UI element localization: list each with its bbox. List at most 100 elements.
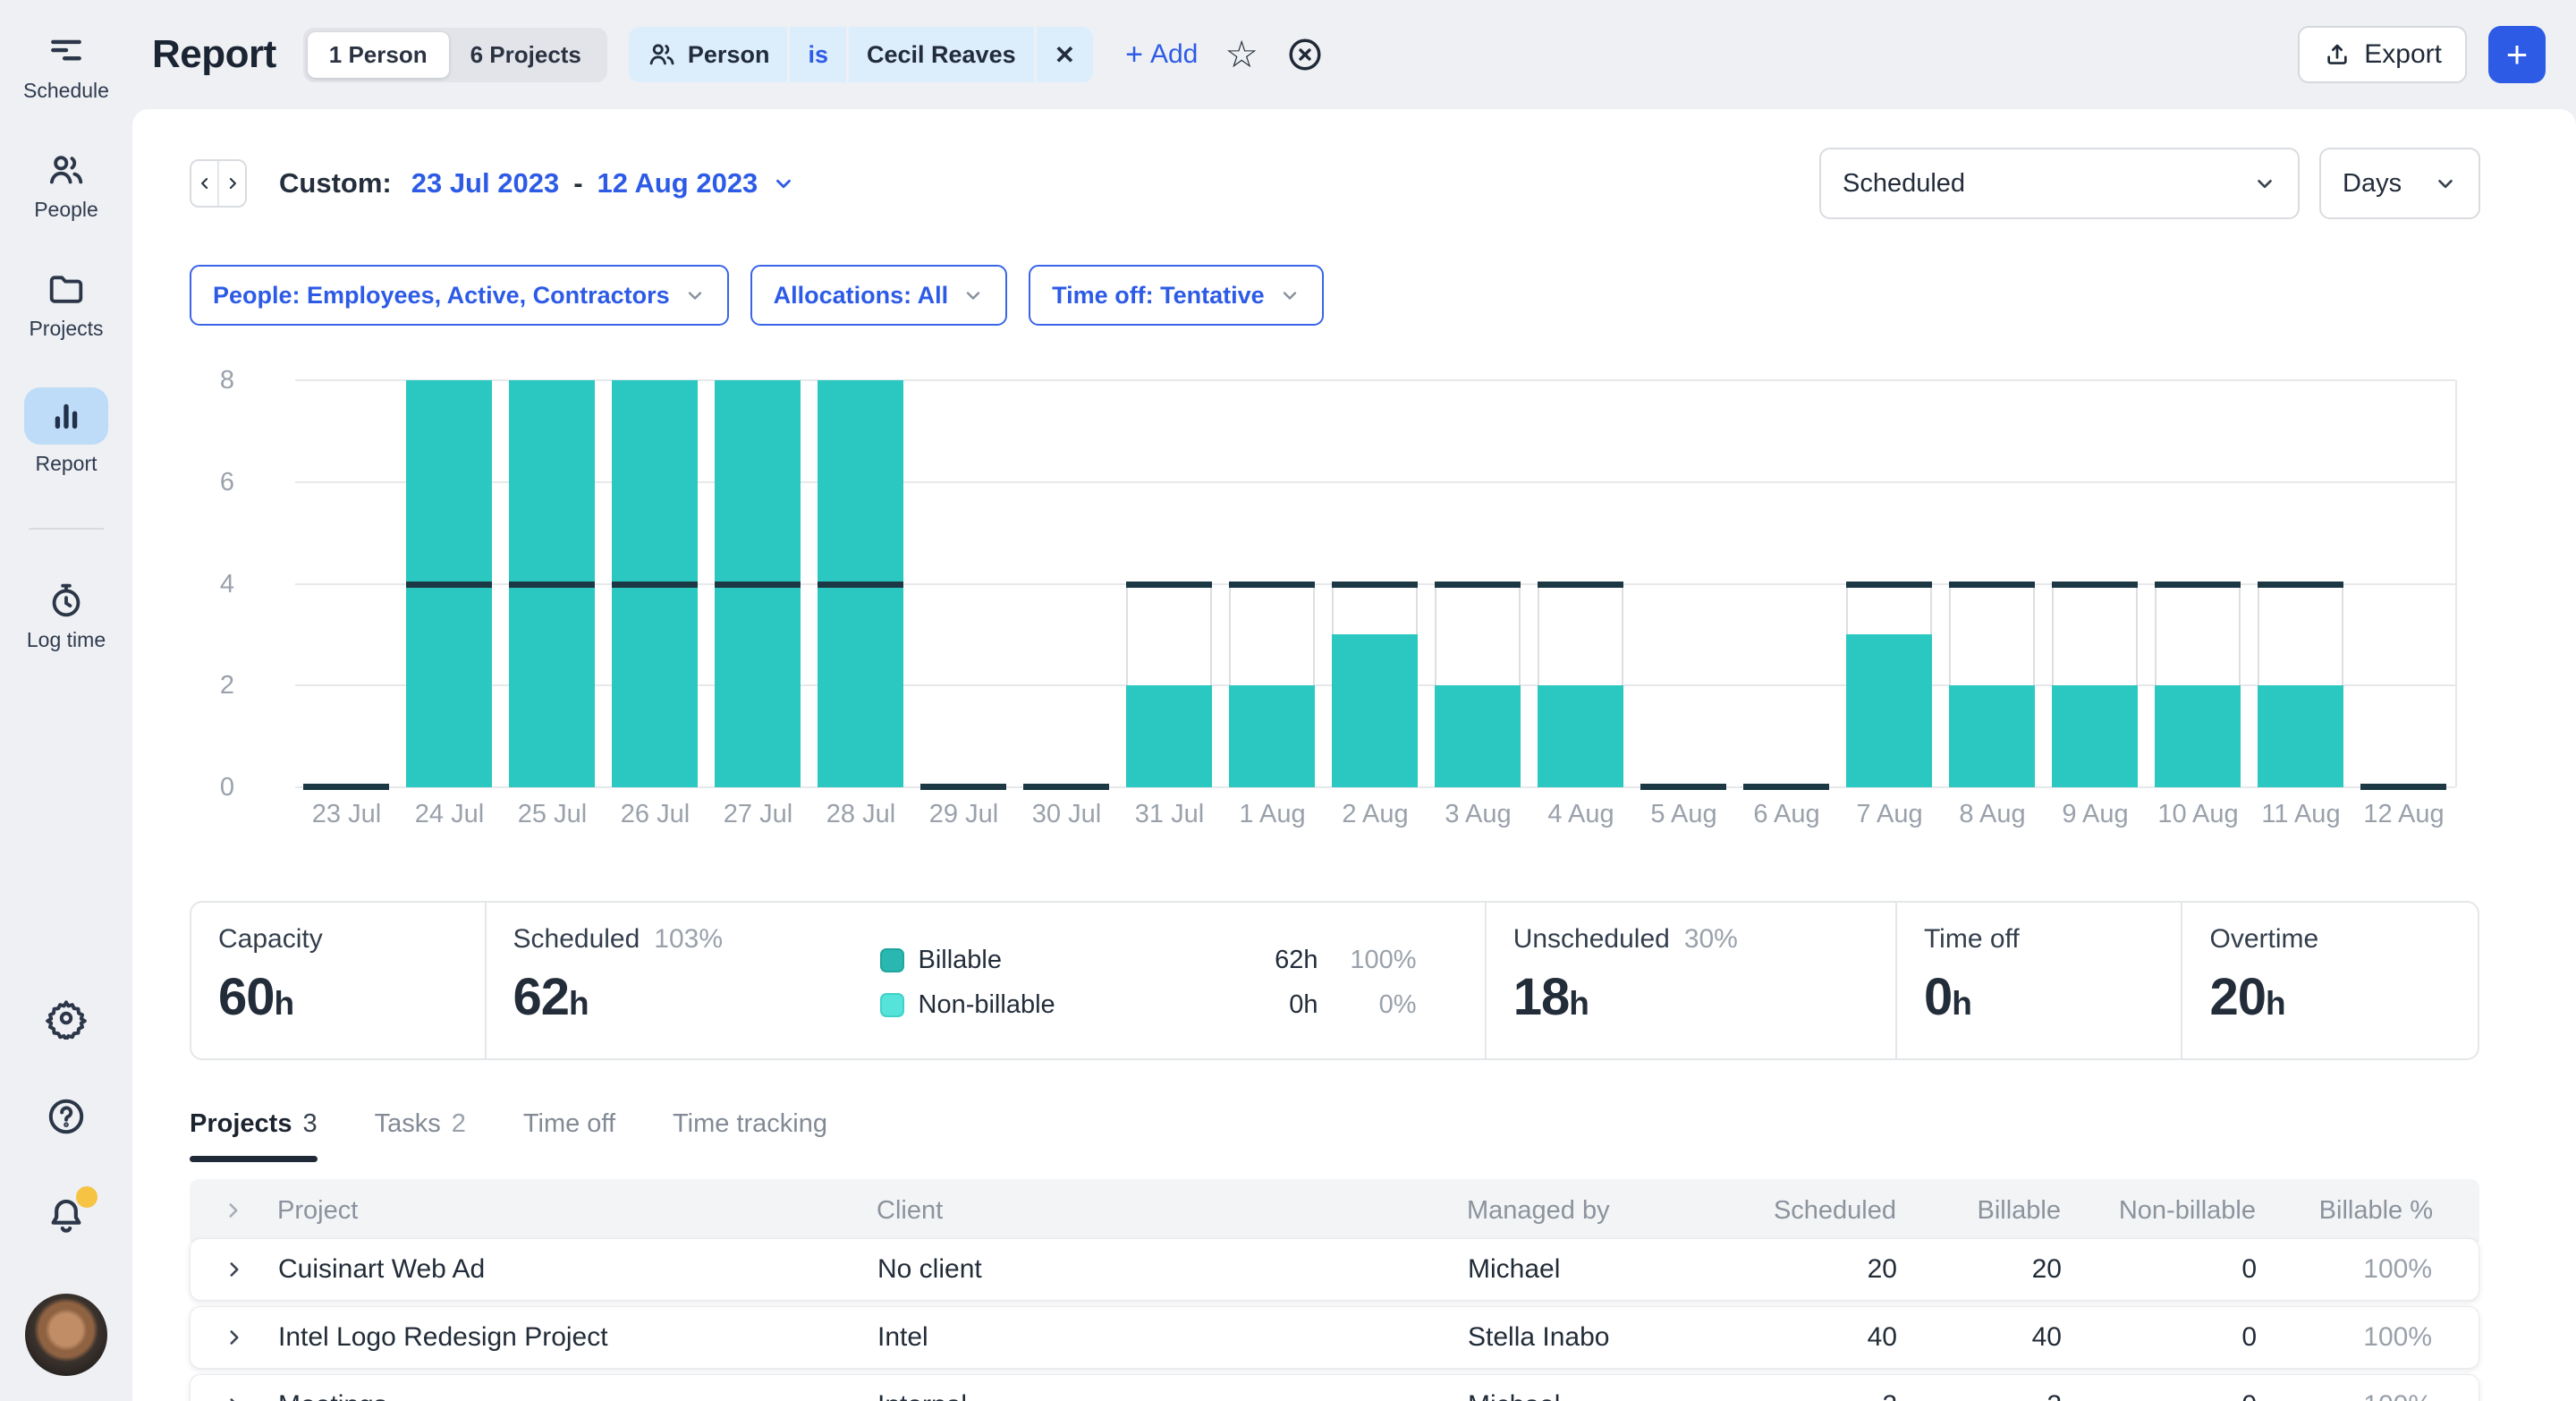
chart-day-slot[interactable]	[2147, 380, 2250, 787]
filter-chip-field[interactable]: Person	[629, 27, 788, 82]
capacity-line	[1640, 784, 1726, 790]
scheduled-label: Scheduled	[513, 924, 640, 955]
chart-day-slot[interactable]	[1221, 380, 1324, 787]
timeoff-unit: h	[1952, 985, 1972, 1023]
cell-scheduled: 2	[1718, 1390, 1897, 1401]
sidebar-item-label: Projects	[29, 317, 103, 341]
cell-client: Internal	[877, 1390, 1468, 1401]
notifications-bell-icon[interactable]	[44, 1193, 89, 1238]
scheduled-bar[interactable]	[2052, 685, 2138, 787]
chart-day-slot[interactable]	[1735, 380, 1838, 787]
row-expand-chevron-icon[interactable]	[191, 1258, 278, 1281]
table-row[interactable]: Cuisinart Web Ad No client Michael 20 20…	[190, 1238, 2479, 1301]
capacity-line	[1229, 582, 1315, 588]
sidebar-item-report[interactable]: Report	[24, 387, 108, 476]
help-icon[interactable]	[45, 1095, 88, 1138]
export-upload-icon	[2323, 40, 2351, 69]
billable-pct: 100%	[1318, 946, 1417, 975]
sidebar-item-people[interactable]: People	[34, 149, 98, 222]
chart-day-slot[interactable]	[912, 380, 1015, 787]
x-tick-label: 31 Jul	[1118, 800, 1221, 829]
avatar[interactable]	[25, 1294, 107, 1376]
chart-day-slot[interactable]	[1118, 380, 1221, 787]
scheduled-bar[interactable]	[1846, 634, 1932, 787]
unscheduled-label: Unscheduled	[1513, 924, 1670, 955]
chart-day-slot[interactable]	[1324, 380, 1427, 787]
export-button[interactable]: Export	[2298, 26, 2467, 83]
overtime-unit: h	[2266, 985, 2286, 1023]
capacity-line	[920, 784, 1006, 790]
filter-chip: Person is Cecil Reaves ✕	[629, 27, 1093, 82]
chart-y-axis: 02468	[168, 380, 234, 787]
scheduled-bar[interactable]	[1332, 634, 1418, 787]
add-filter-button[interactable]: + Add	[1125, 38, 1198, 72]
scheduled-bar[interactable]	[1229, 685, 1315, 787]
row-expand-chevron-icon[interactable]	[191, 1326, 278, 1349]
chart-day-slot[interactable]	[1530, 380, 1632, 787]
filter-chip-remove-icon[interactable]: ✕	[1037, 27, 1093, 82]
schedule-icon	[46, 30, 87, 72]
chart-day-slot[interactable]	[604, 380, 707, 787]
prev-range-button[interactable]	[191, 161, 219, 206]
x-tick-label: 25 Jul	[501, 800, 604, 829]
chart-day-slot[interactable]	[1015, 380, 1118, 787]
chart-day-slot[interactable]	[1427, 380, 1530, 787]
table-row[interactable]: Meetings Internal Michael 2 2 0 100%	[190, 1374, 2479, 1401]
chart-day-slot[interactable]	[2352, 380, 2455, 787]
detail-tabs: Projects3 Tasks2 Time off Time tracking	[190, 1109, 827, 1162]
tab-count: 2	[452, 1109, 466, 1139]
date-range-button[interactable]: 23 Jul 2023 - 12 Aug 2023	[411, 167, 796, 200]
person-count-segment[interactable]: 1 Person	[308, 32, 449, 78]
add-filter-label: Add	[1150, 39, 1198, 70]
projects-count-segment[interactable]: 6 Projects	[449, 32, 603, 78]
clear-filters-icon[interactable]	[1285, 35, 1325, 74]
tab-tasks[interactable]: Tasks2	[375, 1109, 466, 1162]
sidebar-item-log-time[interactable]: Log time	[27, 580, 106, 652]
x-tick-label: 23 Jul	[295, 800, 398, 829]
scheduled-bar[interactable]	[2155, 685, 2241, 787]
tab-time-off[interactable]: Time off	[523, 1109, 615, 1162]
scheduled-bar[interactable]	[1126, 685, 1212, 787]
cell-project: Cuisinart Web Ad	[278, 1254, 877, 1285]
chart-day-slot[interactable]	[809, 380, 912, 787]
chart-day-slot[interactable]	[2044, 380, 2147, 787]
chart-day-slot[interactable]	[707, 380, 809, 787]
scheduled-bar[interactable]	[1538, 685, 1623, 787]
chart-day-slot[interactable]	[1632, 380, 1735, 787]
chart-day-slot[interactable]	[1838, 380, 1941, 787]
favorite-star-icon[interactable]: ☆	[1224, 36, 1258, 73]
cell-non-billable: 0	[2062, 1322, 2257, 1353]
capacity-line	[1949, 582, 2035, 588]
expand-all-chevron-icon[interactable]	[190, 1199, 277, 1222]
filter-chip-operator[interactable]: is	[790, 27, 846, 82]
settings-gear-icon[interactable]	[45, 997, 88, 1040]
unit-dropdown[interactable]: Days	[2319, 148, 2480, 219]
result-count-toggle: 1 Person 6 Projects	[303, 28, 607, 82]
chart-day-slot[interactable]	[2250, 380, 2352, 787]
sidebar-item-schedule[interactable]: Schedule	[23, 30, 109, 103]
folder-icon	[46, 268, 87, 310]
scheduled-bar[interactable]	[1949, 685, 2035, 787]
next-range-button[interactable]	[219, 161, 245, 206]
cell-managed-by: Michael	[1468, 1254, 1718, 1285]
chart-day-slot[interactable]	[295, 380, 398, 787]
row-expand-chevron-icon[interactable]	[191, 1394, 278, 1401]
timeoff-filter-pill[interactable]: Time off: Tentative	[1029, 265, 1324, 326]
chart-day-slot[interactable]	[501, 380, 604, 787]
allocations-filter-pill[interactable]: Allocations: All	[750, 265, 1008, 326]
sidebar-item-projects[interactable]: Projects	[29, 268, 103, 341]
chart-day-slot[interactable]	[398, 380, 501, 787]
filter-field-label: Person	[688, 41, 770, 69]
tab-projects[interactable]: Projects3	[190, 1109, 318, 1162]
billable-hours: 62h	[1220, 946, 1318, 975]
y-tick-label: 6	[168, 467, 234, 497]
metric-dropdown[interactable]: Scheduled	[1819, 148, 2300, 219]
chart-day-slot[interactable]	[1941, 380, 2044, 787]
create-new-button[interactable]: +	[2488, 26, 2546, 83]
filter-chip-value[interactable]: Cecil Reaves	[849, 27, 1034, 82]
tab-time-tracking[interactable]: Time tracking	[673, 1109, 827, 1162]
scheduled-bar[interactable]	[2258, 685, 2343, 787]
table-row[interactable]: Intel Logo Redesign Project Intel Stella…	[190, 1306, 2479, 1369]
people-filter-pill[interactable]: People: Employees, Active, Contractors	[190, 265, 729, 326]
scheduled-bar[interactable]	[1435, 685, 1521, 787]
